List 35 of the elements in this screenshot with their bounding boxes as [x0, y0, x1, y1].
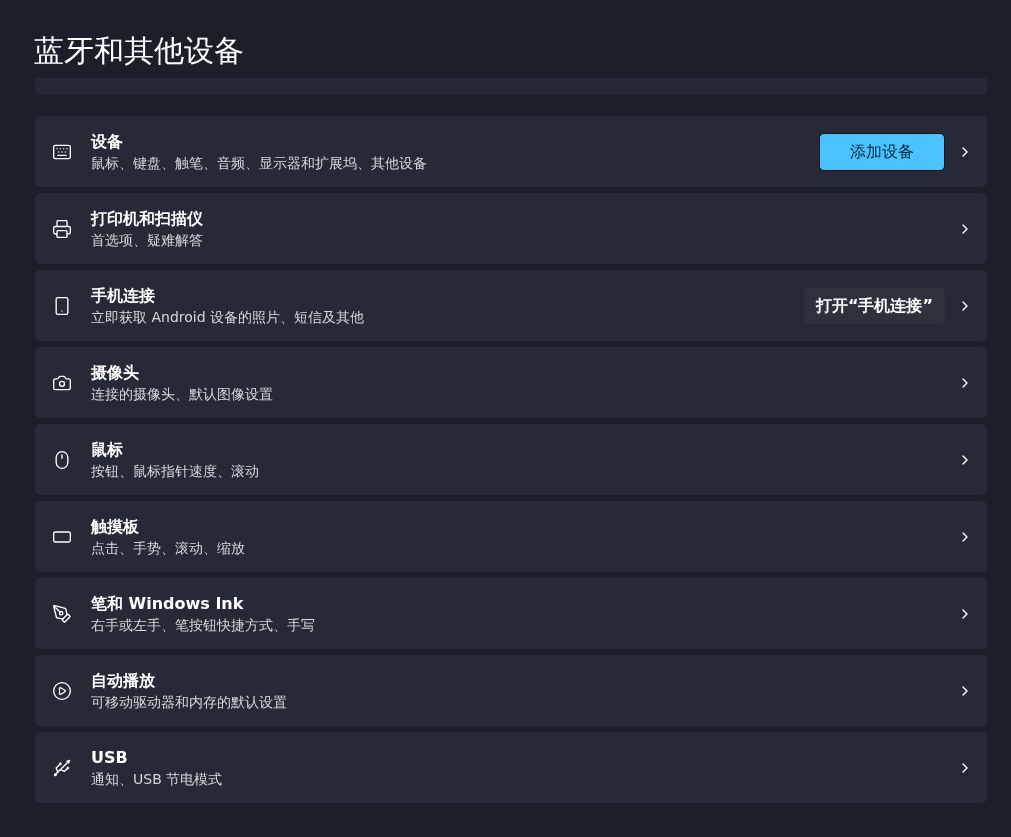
row-title: 设备 [91, 130, 124, 153]
settings-row[interactable]: 设备 鼠标、键盘、触笔、音频、显示器和扩展坞、其他设备 添加设备 [35, 116, 987, 187]
settings-row[interactable]: 摄像头 连接的摄像头、默认图像设置 [35, 347, 987, 418]
settings-row[interactable]: 自动播放 可移动驱动器和内存的默认设置 [35, 655, 987, 726]
row-title: 鼠标 [91, 438, 124, 461]
play-icon [52, 680, 72, 701]
row-subtitle: 可移动驱动器和内存的默认设置 [91, 692, 288, 712]
row-subtitle: 按钮、鼠标指针速度、滚动 [91, 461, 260, 481]
settings-row[interactable]: 笔和 Windows Ink 右手或左手、笔按钮快捷方式、手写 [35, 578, 987, 649]
open-app-button[interactable]: 打开“手机连接” [803, 287, 945, 324]
row-subtitle: 立即获取 Android 设备的照片、短信及其他 [91, 307, 366, 327]
pen-icon [52, 603, 72, 624]
page-title: 蓝牙和其他设备 [34, 36, 244, 66]
row-subtitle: 点击、手势、滚动、缩放 [91, 538, 246, 558]
mouse-icon [52, 449, 72, 470]
row-title: 手机连接 [91, 284, 156, 307]
row-title: 笔和 Windows Ink [91, 592, 245, 615]
settings-row[interactable]: 触摸板 点击、手势、滚动、缩放 [35, 501, 987, 572]
printer-icon [52, 218, 72, 239]
row-title: USB [91, 746, 129, 769]
row-subtitle: 首选项、疑难解答 [91, 230, 204, 250]
settings-row[interactable]: 鼠标 按钮、鼠标指针速度、滚动 [35, 424, 987, 495]
usb-icon [52, 757, 72, 778]
add-device-button[interactable]: 添加设备 [819, 132, 945, 171]
row-subtitle: 右手或左手、笔按钮快捷方式、手写 [91, 615, 316, 635]
settings-row[interactable]: 手机连接 立即获取 Android 设备的照片、短信及其他 打开“手机连接” [35, 270, 987, 341]
settings-row[interactable]: USB 通知、USB 节电模式 [35, 732, 987, 803]
row-subtitle: 鼠标、键盘、触笔、音频、显示器和扩展坞、其他设备 [91, 153, 428, 173]
row-title: 触摸板 [91, 515, 140, 538]
row-title: 摄像头 [91, 361, 140, 384]
row-title: 打印机和扫描仪 [91, 207, 204, 230]
settings-row[interactable]: 打印机和扫描仪 首选项、疑难解答 [35, 193, 987, 264]
row-subtitle: 通知、USB 节电模式 [91, 769, 224, 789]
row-subtitle: 连接的摄像头、默认图像设置 [91, 384, 274, 404]
row-title: 自动播放 [91, 669, 156, 692]
